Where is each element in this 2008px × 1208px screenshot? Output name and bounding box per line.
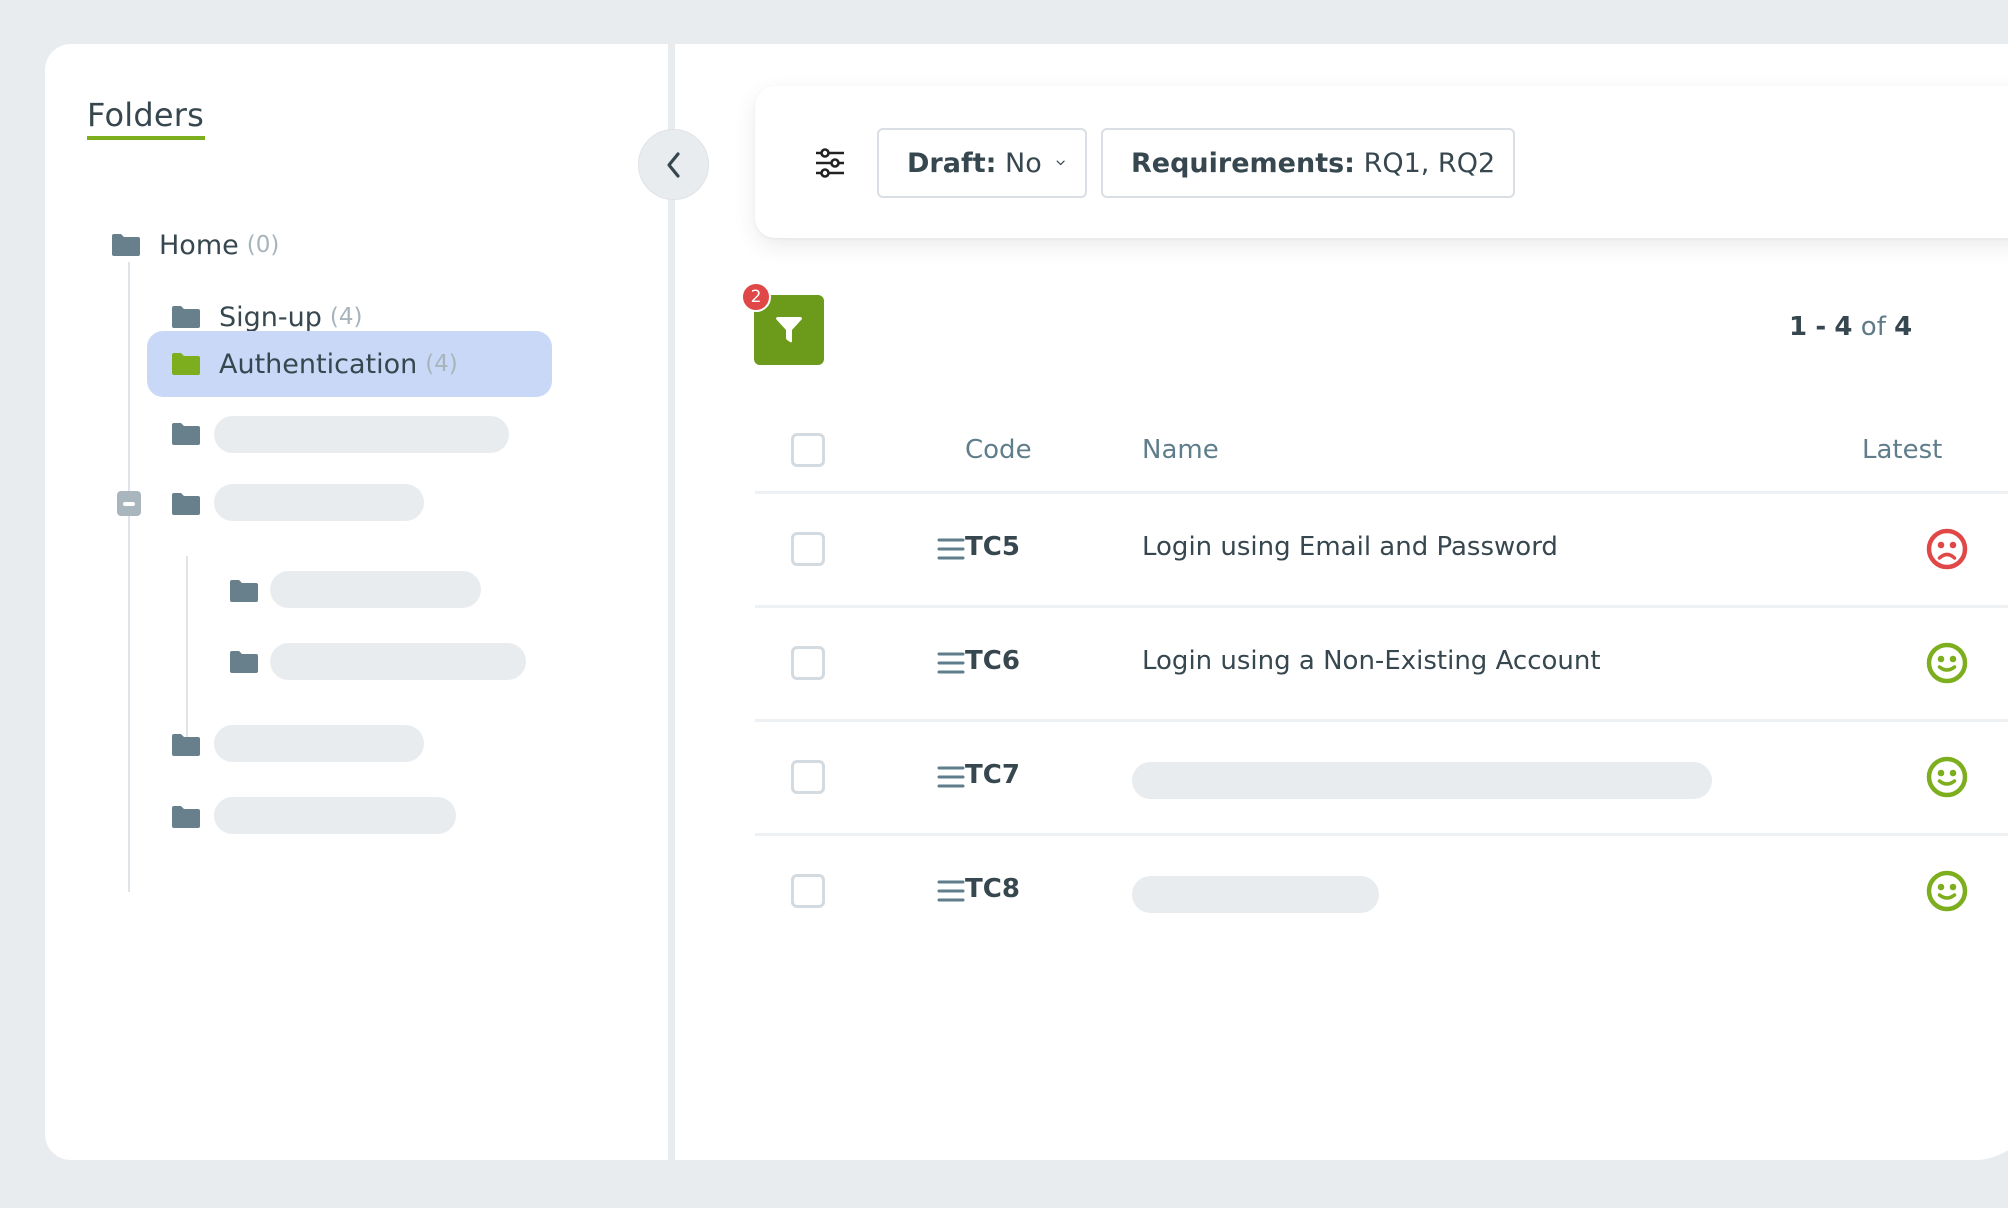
test-case-code[interactable]: TC5 <box>965 532 1020 562</box>
tree-line <box>186 556 188 738</box>
folder-name-skeleton <box>214 484 424 521</box>
folder-icon <box>172 734 200 756</box>
select-all-checkbox[interactable] <box>791 433 825 467</box>
folder-placeholder[interactable] <box>171 797 201 837</box>
filter-bar: Draft: No Requirements: RQ1, RQ2 <box>755 86 2008 238</box>
test-case-name[interactable]: Login using a Non-Existing Account <box>1142 646 1601 676</box>
row-checkbox[interactable] <box>791 646 825 680</box>
folder-icon <box>172 353 200 375</box>
folder-placeholder[interactable] <box>171 484 201 524</box>
folder-count: (4) <box>425 351 458 377</box>
name-skeleton <box>1132 876 1379 913</box>
table-row[interactable]: TC5 Login using Email and Password <box>755 494 2008 608</box>
folder-icon <box>172 306 200 328</box>
folder-name-skeleton <box>270 571 481 608</box>
happy-face-icon <box>1926 870 1968 912</box>
row-checkbox[interactable] <box>791 760 825 794</box>
sliders-icon[interactable] <box>813 146 847 180</box>
column-header-latest[interactable]: Latest <box>1862 435 1942 465</box>
column-header-name[interactable]: Name <box>1142 435 1219 465</box>
name-skeleton <box>1132 762 1712 799</box>
filter-key: Draft: <box>907 147 997 179</box>
test-case-code[interactable]: TC8 <box>965 874 1020 904</box>
folder-placeholder[interactable] <box>171 725 201 765</box>
filter-value: RQ1, RQ2 <box>1363 147 1496 179</box>
table-row[interactable]: TC6 Login using a Non-Existing Account <box>755 608 2008 722</box>
folder-name-skeleton <box>214 725 424 762</box>
happy-face-icon <box>1926 642 1968 684</box>
row-checkbox[interactable] <box>791 532 825 566</box>
funnel-icon <box>776 317 802 343</box>
folder-icon <box>172 423 200 445</box>
collapse-sidebar-button[interactable] <box>638 129 709 200</box>
of-label: of <box>1860 312 1886 342</box>
folder-placeholder[interactable] <box>229 571 259 611</box>
folders-title-underline <box>87 136 205 140</box>
folder-name-skeleton <box>214 416 509 453</box>
total-count: 4 <box>1894 312 1913 342</box>
filter-chip-draft[interactable]: Draft: No <box>877 128 1087 198</box>
pagination-info: 1 - 4 of 4 <box>1789 312 1912 342</box>
active-filters-badge: 2 <box>741 282 771 312</box>
folders-title: Folders <box>87 96 204 134</box>
range-separator: - <box>1815 312 1827 342</box>
minus-icon <box>123 501 135 506</box>
happy-face-icon <box>1926 756 1968 798</box>
folder-label: Sign-up <box>219 301 322 333</box>
drag-handle-icon[interactable] <box>937 765 965 789</box>
drag-handle-icon[interactable] <box>937 537 965 561</box>
table-row[interactable]: TC7 <box>755 722 2008 836</box>
range-end: 4 <box>1834 312 1853 342</box>
range-start: 1 <box>1789 312 1808 342</box>
chevron-left-icon <box>666 151 680 178</box>
folder-icon <box>172 806 200 828</box>
test-case-name[interactable]: Login using Email and Password <box>1142 532 1558 562</box>
table-row[interactable]: TC8 <box>755 836 2008 950</box>
filter-chip-requirements[interactable]: Requirements: RQ1, RQ2 <box>1101 128 1515 198</box>
main-panel: Folders Home (0) Sign-up (4) Authenticat… <box>45 44 2008 1160</box>
folder-name-skeleton <box>270 643 526 680</box>
tree-line <box>128 262 130 892</box>
folder-label: Authentication <box>219 348 418 380</box>
column-header-code[interactable]: Code <box>965 435 1032 465</box>
folder-icon <box>112 234 140 256</box>
folder-icon <box>230 580 258 602</box>
folder-count: (0) <box>246 232 280 258</box>
sad-face-icon <box>1926 528 1968 570</box>
drag-handle-icon[interactable] <box>937 879 965 903</box>
folders-sidebar: Folders Home (0) Sign-up (4) Authenticat… <box>45 44 672 1160</box>
folder-name-skeleton <box>214 797 456 834</box>
collapse-folder-toggle[interactable] <box>117 491 141 516</box>
sidebar-divider[interactable] <box>668 44 675 1160</box>
folder-placeholder[interactable] <box>171 414 201 454</box>
test-case-code[interactable]: TC6 <box>965 646 1020 676</box>
drag-handle-icon[interactable] <box>937 651 965 675</box>
folder-label: Home <box>159 229 239 261</box>
folder-icon <box>230 651 258 673</box>
test-case-code[interactable]: TC7 <box>965 760 1020 790</box>
filter-key: Requirements: <box>1131 147 1355 179</box>
chevron-down-icon <box>1056 160 1065 166</box>
folder-home[interactable]: Home (0) <box>111 225 279 265</box>
folder-authentication[interactable]: Authentication (4) <box>171 344 458 384</box>
folder-count: (4) <box>329 304 363 330</box>
folder-icon <box>172 493 200 515</box>
folder-placeholder[interactable] <box>229 642 259 682</box>
row-checkbox[interactable] <box>791 874 825 908</box>
filter-value: No <box>1005 147 1042 179</box>
